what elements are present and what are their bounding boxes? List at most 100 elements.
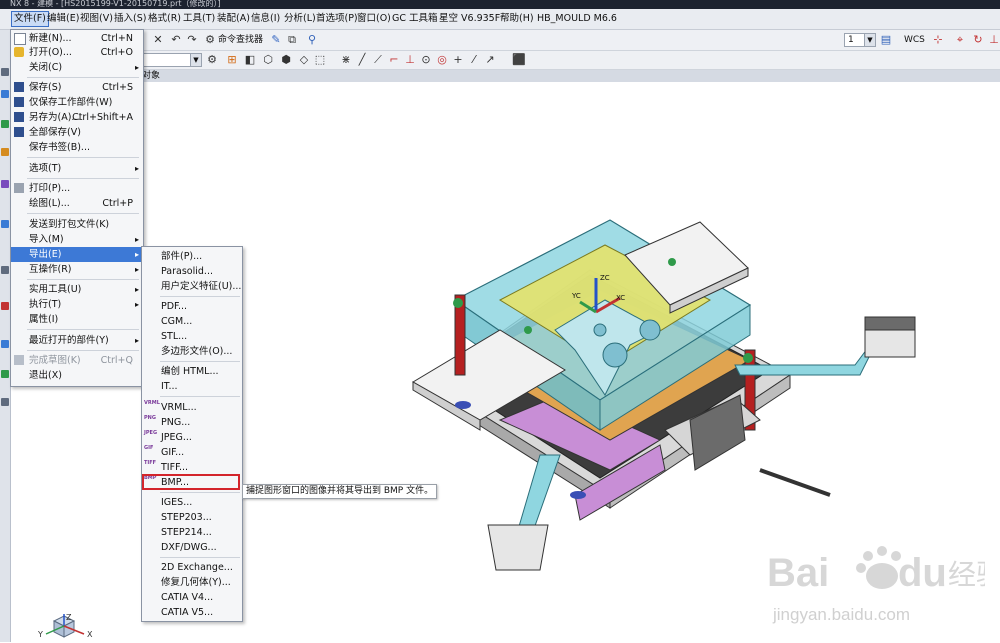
part-navigator-icon[interactable] bbox=[1, 120, 9, 128]
line-snap-icon[interactable]: ╱ bbox=[356, 54, 368, 66]
reuse-library-icon[interactable] bbox=[1, 148, 9, 156]
export-html[interactable]: 编创 HTML... bbox=[142, 364, 242, 379]
menu-gc-toolbox[interactable]: GC 工具箱 bbox=[390, 12, 440, 26]
menu-item-utilities[interactable]: 实用工具(U) ▸ bbox=[11, 282, 143, 297]
wcs-rotate-icon[interactable]: ↻ bbox=[972, 34, 984, 46]
menu-window[interactable]: 窗口(O) bbox=[355, 12, 393, 26]
roles-icon[interactable] bbox=[1, 398, 9, 406]
export-step214[interactable]: STEP214... bbox=[142, 525, 242, 540]
hd3d-tools-icon[interactable] bbox=[1, 180, 9, 188]
menu-insert[interactable]: 插入(S) bbox=[112, 12, 148, 26]
select-body-icon[interactable]: ⬡ bbox=[262, 54, 274, 66]
menu-information[interactable]: 信息(I) bbox=[249, 12, 282, 26]
menu-item-save-work-part[interactable]: 仅保存工作部件(W) bbox=[11, 95, 143, 110]
export-dxf-dwg[interactable]: DXF/DWG... bbox=[142, 540, 242, 555]
menu-analysis[interactable]: 分析(L) bbox=[282, 12, 318, 26]
menu-item-open[interactable]: 打开(O)... Ctrl+O bbox=[11, 45, 143, 60]
export-tiff[interactable]: TIFF TIFF... bbox=[142, 460, 242, 475]
export-cgm[interactable]: CGM... bbox=[142, 314, 242, 329]
menu-item-send-to-package[interactable]: 发送到打包文件(K) bbox=[11, 217, 143, 232]
wcs-orient-icon[interactable]: ⊹ bbox=[932, 34, 944, 46]
menu-item-properties[interactable]: 属性(I) bbox=[11, 312, 143, 327]
quadrant-icon[interactable]: ◎ bbox=[436, 54, 448, 66]
existing-point-icon[interactable]: + bbox=[452, 54, 464, 66]
export-udf[interactable]: 用户定义特征(U)... bbox=[142, 279, 242, 294]
point-on-face-icon[interactable]: ↗ bbox=[484, 54, 496, 66]
history-icon[interactable] bbox=[1, 266, 9, 274]
menu-format[interactable]: 格式(R) bbox=[146, 12, 183, 26]
menu-tools[interactable]: 工具(T) bbox=[181, 12, 217, 26]
layer-select[interactable]: 1 ▼ bbox=[844, 33, 876, 47]
menu-xingkong[interactable]: 星空 V6.935F bbox=[437, 12, 502, 26]
menu-item-execute[interactable]: 执行(T) ▸ bbox=[11, 297, 143, 312]
menu-preferences[interactable]: 首选项(P) bbox=[314, 12, 360, 26]
menu-item-export[interactable]: 导出(E) ▸ bbox=[11, 247, 143, 262]
cube-icon[interactable]: ⬛ bbox=[512, 54, 526, 66]
menu-item-save-all[interactable]: 全部保存(V) bbox=[11, 125, 143, 140]
menu-item-plot[interactable]: 绘图(L)... Ctrl+P bbox=[11, 196, 143, 211]
export-catia-v4[interactable]: CATIA V4... bbox=[142, 590, 242, 605]
menu-item-finish-sketch[interactable]: 完成草图(K) Ctrl+Q bbox=[11, 353, 143, 368]
constraint-navigator-icon[interactable] bbox=[1, 90, 9, 98]
menu-item-exit[interactable]: 退出(X) bbox=[11, 368, 143, 383]
menu-item-save-bookmark[interactable]: 保存书签(B)... bbox=[11, 140, 143, 155]
type-filter-select[interactable]: ▼ bbox=[142, 53, 202, 67]
menu-item-new[interactable]: 新建(N)... Ctrl+N bbox=[11, 31, 143, 46]
menu-edit[interactable]: 编辑(E) bbox=[45, 12, 81, 26]
menu-item-import[interactable]: 导入(M) ▸ bbox=[11, 232, 143, 247]
snap-icon[interactable]: ⚲ bbox=[306, 34, 318, 46]
manufacturing-wizards-icon[interactable] bbox=[1, 370, 9, 378]
export-2d-exchange[interactable]: 2D Exchange... bbox=[142, 560, 242, 575]
web-browser-icon[interactable] bbox=[1, 220, 9, 228]
select-face-icon[interactable]: ◧ bbox=[244, 54, 256, 66]
point-on-curve-icon[interactable]: ⁄ bbox=[468, 54, 480, 66]
export-step203[interactable]: STEP203... bbox=[142, 510, 242, 525]
export-jpeg[interactable]: JPEG JPEG... bbox=[142, 430, 242, 445]
close-icon[interactable]: ✕ bbox=[152, 34, 164, 46]
layer-settings-icon[interactable]: ▤ bbox=[880, 34, 892, 46]
export-polygon-file[interactable]: 多边形文件(O)... bbox=[142, 344, 242, 359]
end-point-icon[interactable]: ⋇ bbox=[340, 54, 352, 66]
rectangle-select-icon[interactable]: ⬚ bbox=[314, 54, 326, 66]
command-finder-button[interactable]: 命令查找器 bbox=[218, 34, 263, 46]
export-iges[interactable]: IGES... bbox=[142, 495, 242, 510]
export-parasolid[interactable]: Parasolid... bbox=[142, 264, 242, 279]
window-icon[interactable]: ⧉ bbox=[286, 34, 298, 46]
command-finder-icon[interactable]: ⚙ bbox=[204, 34, 216, 46]
menu-item-save-as[interactable]: 另存为(A)... Ctrl+Shift+A bbox=[11, 110, 143, 125]
assembly-navigator-icon[interactable] bbox=[1, 68, 9, 76]
menu-assemblies[interactable]: 装配(A) bbox=[215, 12, 252, 26]
menu-item-options[interactable]: 选项(T) ▸ bbox=[11, 161, 143, 176]
snap-point-icon[interactable]: ⊞ bbox=[226, 54, 238, 66]
export-catia-v5[interactable]: CATIA V5... bbox=[142, 605, 242, 620]
menu-item-interoperate[interactable]: 互操作(R) ▸ bbox=[11, 262, 143, 277]
export-repair-geometry[interactable]: 修复几何体(Y)... bbox=[142, 575, 242, 590]
menu-item-print[interactable]: 打印(P)... bbox=[11, 181, 143, 196]
menu-item-recent-parts[interactable]: 最近打开的部件(Y) ▸ bbox=[11, 333, 143, 348]
export-png[interactable]: PNG PNG... bbox=[142, 415, 242, 430]
wcs-button[interactable]: WCS bbox=[904, 34, 925, 46]
export-stl[interactable]: STL... bbox=[142, 329, 242, 344]
undo-icon[interactable]: ↶ bbox=[170, 34, 182, 46]
menu-item-save[interactable]: 保存(S) Ctrl+S bbox=[11, 80, 143, 95]
arc-center-icon[interactable]: ⊙ bbox=[420, 54, 432, 66]
menu-file[interactable]: 文件(F) bbox=[11, 11, 49, 27]
export-vrml[interactable]: VRML VRML... bbox=[142, 400, 242, 415]
control-point-icon[interactable]: ⌐ bbox=[388, 54, 400, 66]
wcs-display-icon[interactable]: ⊥ bbox=[988, 34, 1000, 46]
wrench-icon[interactable]: ✎ bbox=[270, 34, 282, 46]
intersection-icon[interactable]: ⊥ bbox=[404, 54, 416, 66]
process-studio-icon[interactable] bbox=[1, 340, 9, 348]
export-it[interactable]: IT... bbox=[142, 379, 242, 394]
select-edge-icon[interactable]: ◇ bbox=[298, 54, 310, 66]
menu-help[interactable]: 帮助(H) bbox=[498, 12, 536, 26]
wcs-origin-icon[interactable]: ⌖ bbox=[954, 34, 966, 46]
mid-point-icon[interactable]: ⟋ bbox=[372, 54, 384, 66]
filter-icon[interactable]: ⚙ bbox=[206, 54, 218, 66]
system-materials-icon[interactable] bbox=[1, 302, 9, 310]
select-feature-icon[interactable]: ⬢ bbox=[280, 54, 292, 66]
export-gif[interactable]: GIF GIF... bbox=[142, 445, 242, 460]
menu-item-close[interactable]: 关闭(C) ▸ bbox=[11, 60, 143, 75]
menu-hb-mould[interactable]: HB_MOULD M6.6 bbox=[535, 12, 619, 26]
redo-icon[interactable]: ↷ bbox=[186, 34, 198, 46]
